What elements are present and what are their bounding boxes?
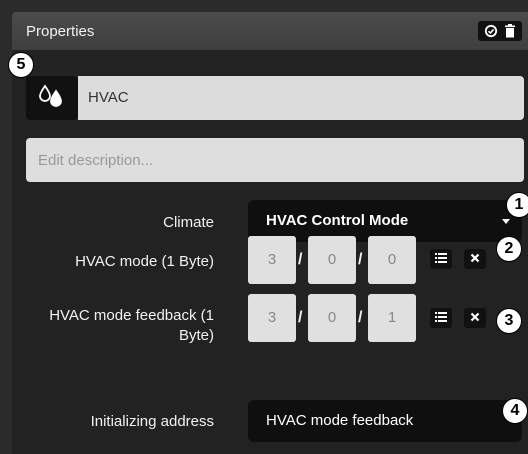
panel-title: Properties: [26, 23, 95, 40]
hvac-feedback-label-line1: HVAC mode feedback (1: [49, 307, 214, 324]
properties-panel: Properties HVAC Climate HVAC Control Mod…: [0, 0, 528, 454]
hvac-feedback-label: HVAC mode feedback (1 Byte): [49, 306, 214, 346]
hvac-feedback-label-line2: Byte): [178, 327, 214, 344]
hvac-feedback-address-middle[interactable]: 0: [308, 294, 356, 342]
init-address-select[interactable]: HVAC mode feedback: [248, 400, 522, 442]
callout-badge: 1: [506, 192, 528, 218]
x-icon: [470, 312, 480, 322]
clear-button[interactable]: [464, 249, 486, 269]
hvac-feedback-address-sub[interactable]: 1: [368, 294, 416, 342]
drops-icon: [39, 84, 62, 107]
clear-button[interactable]: [464, 308, 486, 328]
object-icon-button[interactable]: [26, 76, 78, 120]
list-button[interactable]: [430, 308, 452, 328]
address-separator: /: [358, 309, 363, 326]
trash-icon[interactable]: [503, 24, 517, 38]
list-icon: [435, 253, 447, 263]
chevron-down-icon: [502, 219, 510, 224]
address-separator: /: [298, 309, 303, 326]
description-input[interactable]: [26, 138, 524, 182]
callout-badge: 4: [502, 398, 528, 424]
callout-badge: 2: [496, 236, 522, 262]
x-icon: [470, 253, 480, 263]
callout-badge: 3: [496, 308, 522, 334]
address-separator: /: [358, 251, 363, 268]
address-separator: /: [298, 251, 303, 268]
climate-label: Climate: [163, 214, 214, 231]
climate-select-value: HVAC Control Mode: [266, 212, 409, 229]
hvac-feedback-address-main[interactable]: 3: [248, 294, 296, 342]
list-button[interactable]: [430, 249, 452, 269]
check-circle-icon[interactable]: [484, 24, 498, 38]
hvac-mode-label: HVAC mode (1 Byte): [75, 253, 214, 270]
init-address-select-value: HVAC mode feedback: [266, 412, 414, 429]
hvac-mode-address-middle[interactable]: 0: [308, 236, 356, 284]
object-name-field[interactable]: HVAC: [78, 76, 524, 120]
init-address-label: Initializing address: [90, 413, 214, 430]
hvac-mode-address-sub[interactable]: 0: [368, 236, 416, 284]
hvac-mode-address-main[interactable]: 3: [248, 236, 296, 284]
list-icon: [435, 312, 447, 322]
callout-badge: 5: [8, 52, 34, 78]
title-toolbar: [478, 21, 522, 41]
panel-titlebar: Properties: [12, 12, 528, 50]
